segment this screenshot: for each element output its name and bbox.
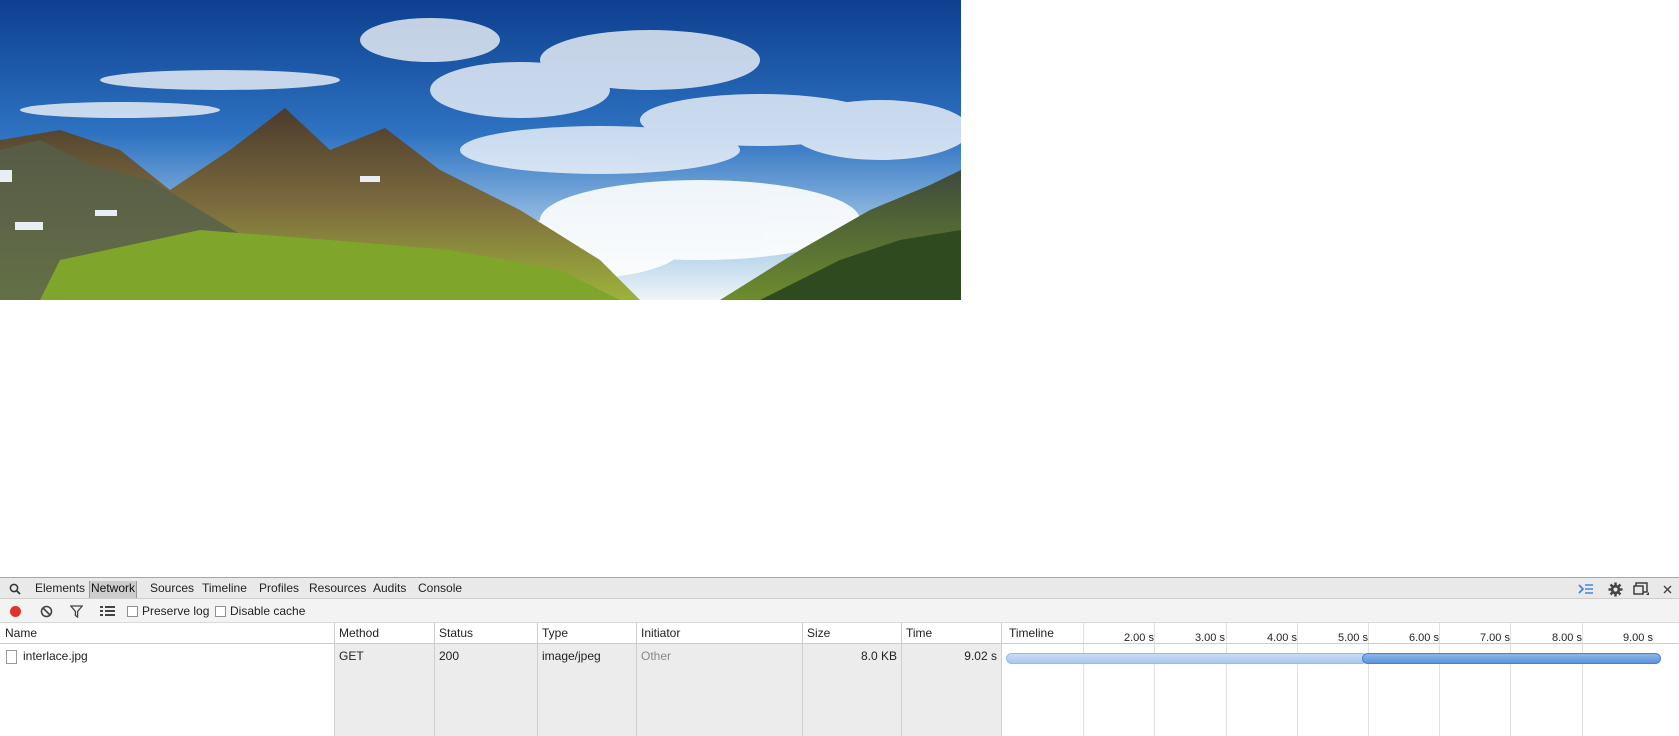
tab-elements[interactable]: Elements xyxy=(34,581,86,598)
devtools-panel: Elements Network Sources Timeline Profil… xyxy=(0,577,1679,736)
tab-sources[interactable]: Sources xyxy=(149,581,195,598)
gear-icon[interactable] xyxy=(1607,581,1623,597)
column-header-type[interactable]: Type xyxy=(542,623,568,644)
tab-console[interactable]: Console xyxy=(417,581,463,598)
column-header-initiator[interactable]: Initiator xyxy=(641,623,680,644)
disable-cache-box[interactable] xyxy=(215,605,226,617)
column-header-method[interactable]: Method xyxy=(339,623,379,644)
column-header-name[interactable]: Name xyxy=(5,623,37,644)
request-size: 8.0 KB xyxy=(860,649,897,663)
timeline-tick-label: 4.00 s xyxy=(1267,632,1297,644)
tab-timeline[interactable]: Timeline xyxy=(201,581,248,598)
landscape-image xyxy=(0,0,961,300)
preserve-log-checkbox[interactable]: Preserve log xyxy=(127,604,209,618)
request-time: 9.02 s xyxy=(964,649,997,663)
network-toolbar: Preserve log Disable cache xyxy=(0,599,1679,623)
request-name[interactable]: interlace.jpg xyxy=(23,649,88,663)
record-icon[interactable] xyxy=(7,603,23,619)
timeline-tick-label: 2.00 s xyxy=(1124,632,1154,644)
search-icon[interactable] xyxy=(7,581,23,597)
console-drawer-icon[interactable] xyxy=(1578,581,1594,597)
timeline-tick-label: 3.00 s xyxy=(1195,632,1225,644)
timeline-tick-label: 9.00 s xyxy=(1623,632,1653,644)
filter-icon[interactable] xyxy=(68,603,84,619)
tab-resources[interactable]: Resources xyxy=(308,581,367,598)
column-header-time[interactable]: Time xyxy=(906,623,932,644)
dock-side-icon[interactable] xyxy=(1633,581,1649,597)
preserve-log-box[interactable] xyxy=(127,605,138,617)
preserve-log-label: Preserve log xyxy=(142,604,210,618)
large-rows-icon[interactable] xyxy=(99,603,115,619)
tab-network[interactable]: Network xyxy=(89,581,138,598)
column-header-status[interactable]: Status xyxy=(439,623,473,644)
network-requests-table: Name Method Status Type Initiator Size T… xyxy=(0,623,1679,736)
timeline-receiving-bar[interactable] xyxy=(1362,653,1661,664)
timeline-tick-label: 8.00 s xyxy=(1552,632,1582,644)
disable-cache-checkbox[interactable]: Disable cache xyxy=(215,604,305,618)
devtools-tabbar: Elements Network Sources Timeline Profil… xyxy=(0,577,1679,599)
tab-audits[interactable]: Audits xyxy=(372,581,407,598)
timeline-waiting-bar[interactable] xyxy=(1006,653,1367,664)
request-type: image/jpeg xyxy=(542,649,601,663)
disable-cache-label: Disable cache xyxy=(230,604,306,618)
request-initiator: Other xyxy=(641,649,672,663)
close-icon[interactable] xyxy=(1659,581,1675,597)
timeline-tick-label: 7.00 s xyxy=(1480,632,1510,644)
request-status: 200 xyxy=(439,649,460,663)
timeline-tick-label: 6.00 s xyxy=(1409,632,1439,644)
timeline-tick-label: 5.00 s xyxy=(1338,632,1368,644)
request-method: GET xyxy=(339,649,364,663)
tab-profiles[interactable]: Profiles xyxy=(258,581,300,598)
column-header-size[interactable]: Size xyxy=(807,623,830,644)
clear-icon[interactable] xyxy=(38,603,54,619)
column-header-timeline[interactable]: Timeline xyxy=(1009,623,1054,644)
file-icon xyxy=(6,650,17,664)
